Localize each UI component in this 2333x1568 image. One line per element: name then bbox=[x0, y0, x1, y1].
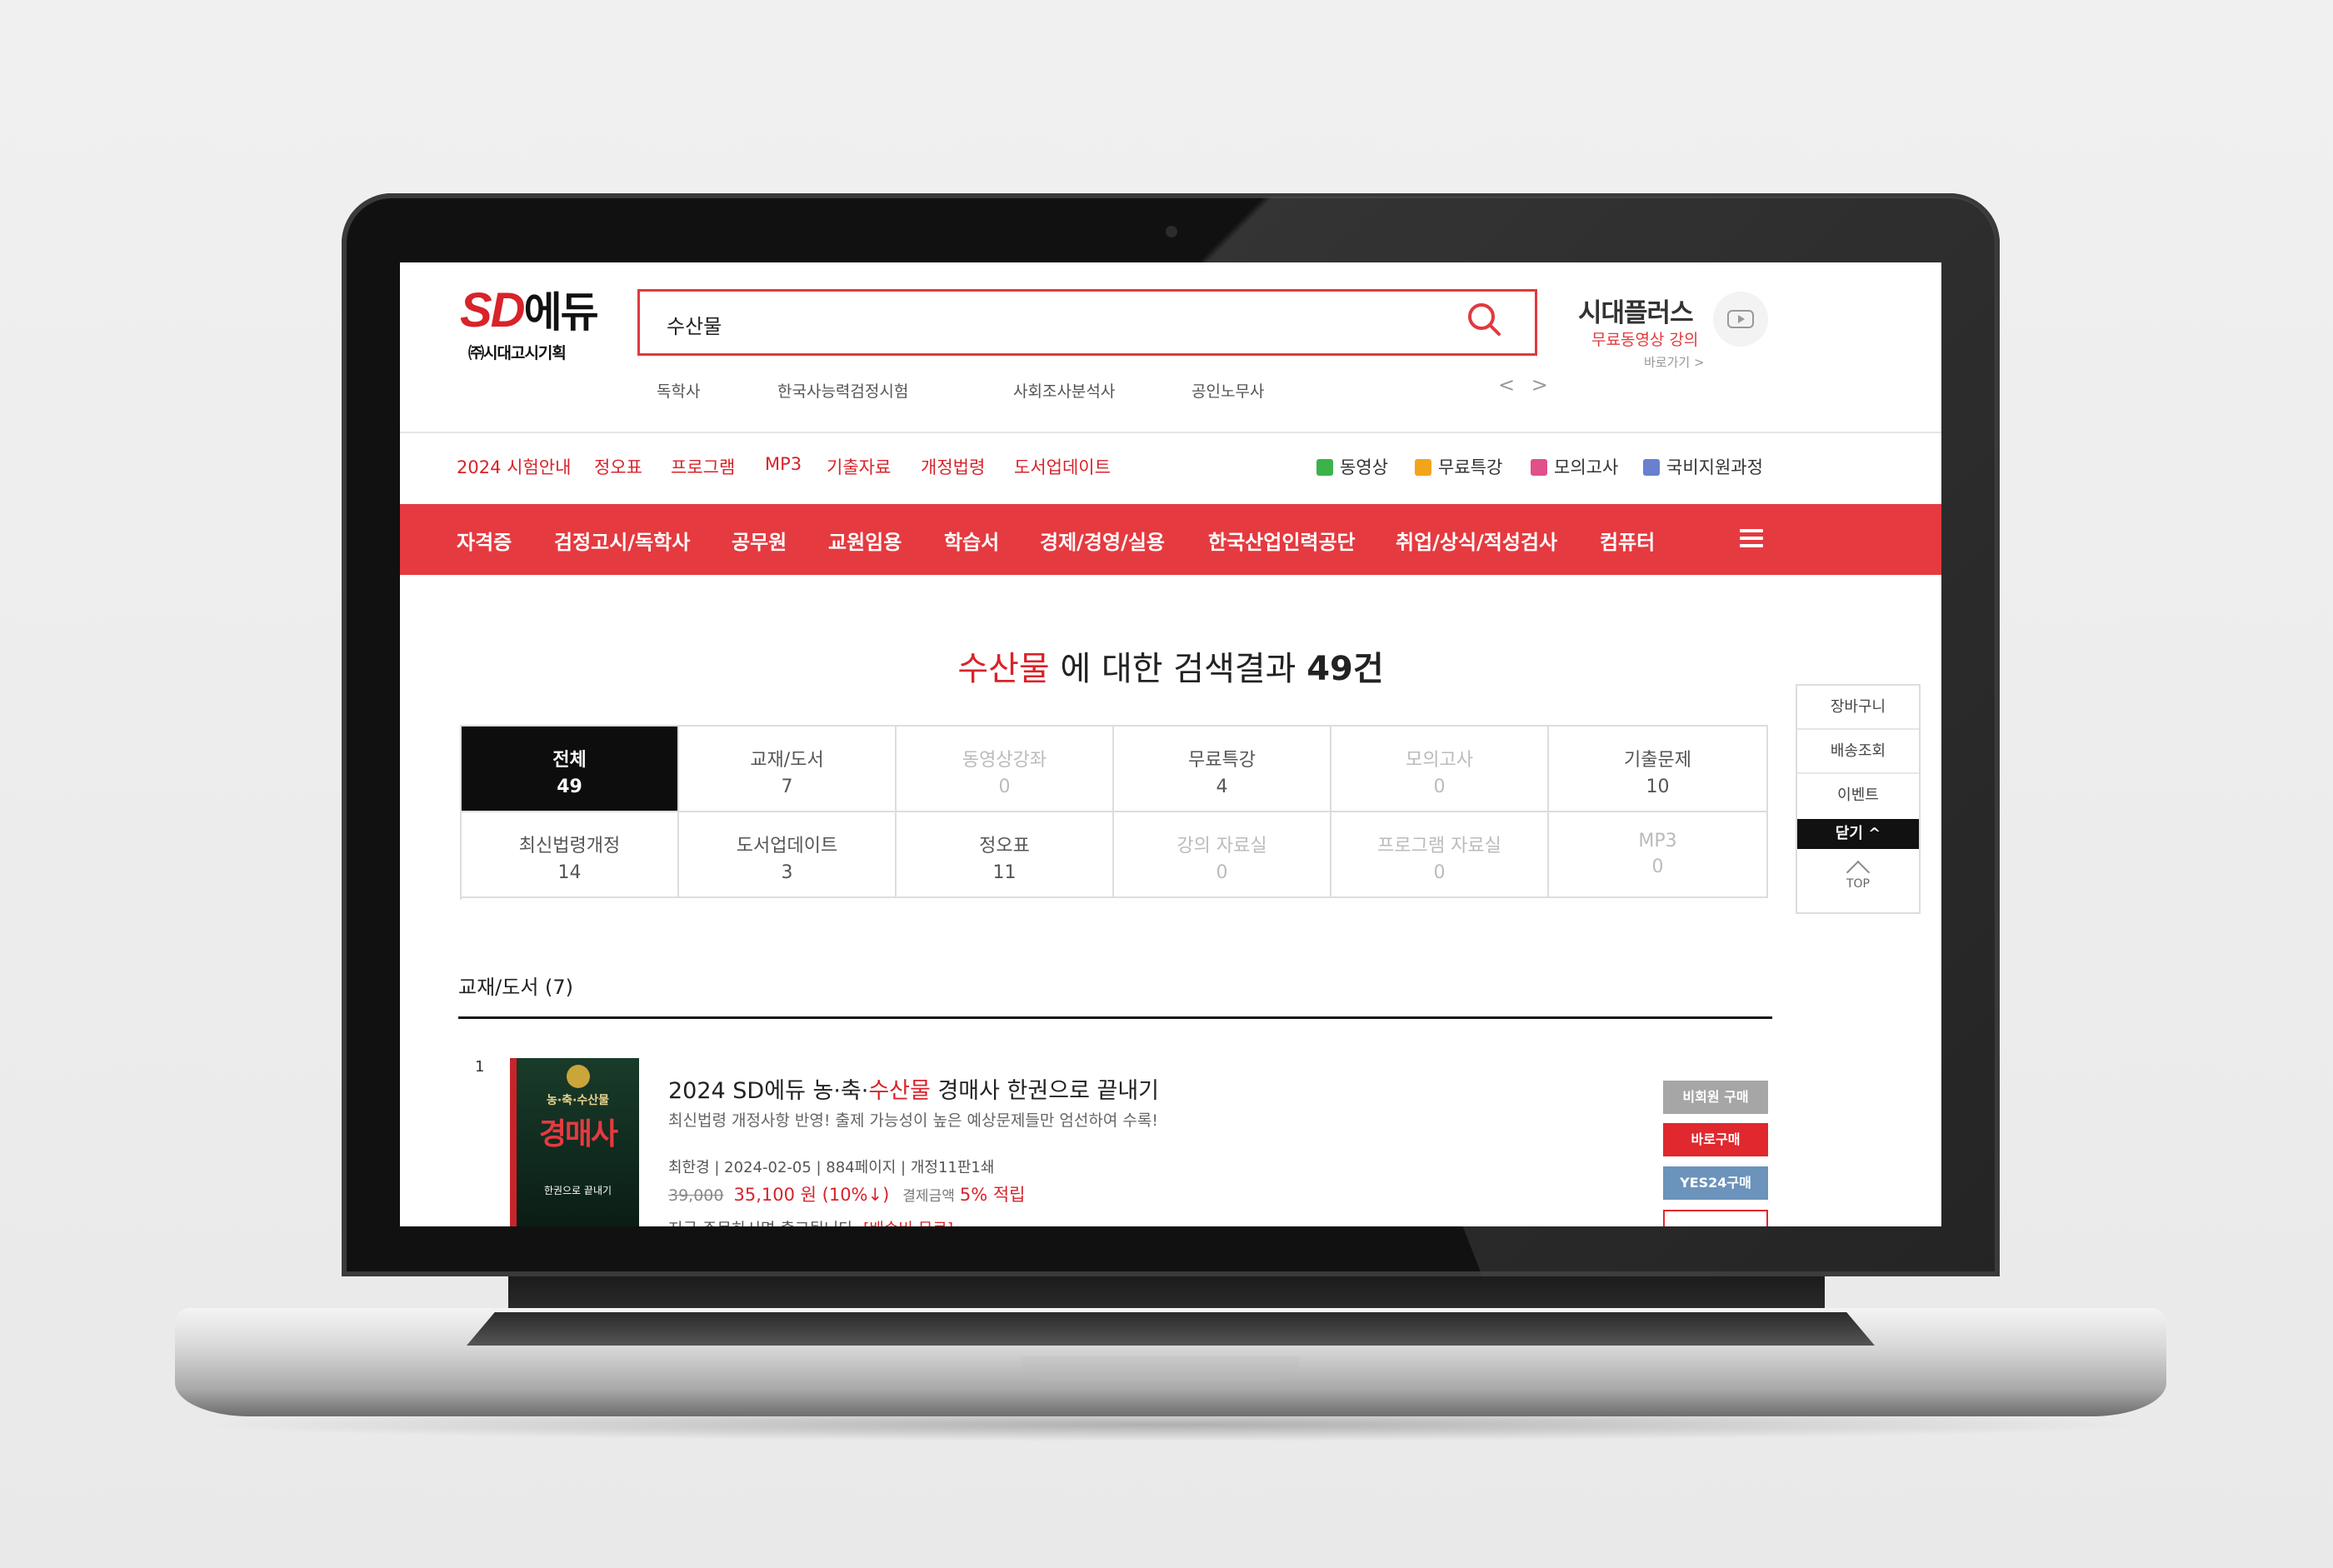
quick-link-gov-course[interactable]: 국비지원과정 bbox=[1643, 454, 1763, 479]
quick-link-video[interactable]: 동영상 bbox=[1316, 454, 1388, 479]
tab-video-lectures[interactable]: 동영상강좌 0 bbox=[897, 727, 1114, 812]
keyword-link[interactable]: 공인노무사 bbox=[1191, 379, 1264, 402]
tab-lecture-materials[interactable]: 강의 자료실 0 bbox=[1114, 812, 1331, 898]
sidaeplus-link[interactable]: 바로가기 > bbox=[1644, 353, 1705, 371]
header-divider bbox=[400, 432, 1941, 433]
side-close-button[interactable]: 닫기 ^ bbox=[1797, 819, 1919, 849]
yes24-buy-button[interactable]: YES24구매 bbox=[1663, 1166, 1768, 1200]
item-title[interactable]: 2024 SD에듀 농·축·수산물 경매사 한권으로 끝내기 bbox=[668, 1072, 1159, 1105]
tab-mp3[interactable]: MP3 0 bbox=[1549, 812, 1768, 898]
tab-errata[interactable]: 정오표 11 bbox=[897, 812, 1114, 898]
main-nav-item[interactable]: 학습서 bbox=[944, 526, 999, 555]
original-price: 39,000 bbox=[668, 1186, 724, 1205]
video-icon bbox=[1316, 459, 1333, 476]
result-count: 49건 bbox=[1306, 650, 1384, 688]
book-cover-image[interactable]: 농·축·수산물 경매사 한권으로 끝내기 bbox=[510, 1058, 639, 1226]
section-divider bbox=[458, 1016, 1772, 1019]
cover-title: 경매사 bbox=[538, 1117, 618, 1151]
sidaeplus-title[interactable]: 시대플러스 bbox=[1578, 292, 1694, 329]
cart-button[interactable] bbox=[1663, 1210, 1768, 1226]
search-icon bbox=[1468, 303, 1501, 336]
keyword-nav-arrows[interactable]: < > bbox=[1498, 373, 1553, 397]
gov-icon bbox=[1643, 459, 1660, 476]
tab-all[interactable]: 전체 49 bbox=[462, 727, 679, 812]
main-nav-item[interactable]: 교원임용 bbox=[828, 526, 902, 555]
tab-program-materials[interactable]: 프로그램 자료실 0 bbox=[1331, 812, 1549, 898]
keyword-link[interactable]: 한국사능력검정시험 bbox=[777, 379, 908, 402]
item-meta: 최한경 | 2024-02-05 | 884페이지 | 개정11판1쇄 bbox=[668, 1159, 995, 1176]
main-nav: 자격증 검정고시/독학사 공무원 교원임용 학습서 경제/경영/실용 한국산업인… bbox=[400, 504, 1941, 575]
main-nav-item[interactable]: 검정고시/독학사 bbox=[554, 526, 690, 555]
section-title: 교재/도서 (7) bbox=[458, 976, 574, 999]
search-button[interactable] bbox=[1465, 300, 1515, 350]
sidaeplus-subtitle[interactable]: 무료동영상 강의 bbox=[1591, 327, 1698, 350]
sale-price: 35,100 원 (10%↓) bbox=[733, 1185, 890, 1205]
points-label: 결제금액 bbox=[902, 1188, 955, 1205]
play-icon[interactable] bbox=[1713, 292, 1768, 347]
webcam bbox=[1166, 226, 1177, 237]
logo-mark: SD에듀 bbox=[460, 283, 599, 337]
search-box bbox=[637, 289, 1537, 356]
item-price: 39,000 35,100 원 (10%↓) 결제금액 5% 적립 bbox=[668, 1181, 1026, 1206]
side-quick-menu: 장바구니 배송조회 이벤트 닫기 ^ TOP bbox=[1796, 684, 1921, 914]
laptop-notch bbox=[1021, 1356, 1300, 1381]
result-text: 에 대한 검색결과 bbox=[1049, 650, 1307, 688]
category-tabs: 전체 49 교재/도서 7 동영상강좌 0 무료특강 4 모의고사 0 기출문제 10 최신… bbox=[460, 725, 1768, 900]
shipping-notice: 지금 주문하시면 출고됩니다. [배송비 무료] bbox=[668, 1216, 953, 1226]
laptop-hinge bbox=[508, 1276, 1825, 1311]
logo-company: ㈜시대고시기획 bbox=[468, 344, 567, 362]
quick-link-mock-exam[interactable]: 모의고사 bbox=[1531, 454, 1618, 479]
result-keyword: 수산물 bbox=[957, 650, 1050, 688]
side-cart[interactable]: 장바구니 bbox=[1797, 686, 1919, 730]
side-delivery[interactable]: 배송조회 bbox=[1797, 730, 1919, 774]
tab-book-updates[interactable]: 도서업데이트 3 bbox=[679, 812, 897, 898]
main-nav-item[interactable]: 한국산업인력공단 bbox=[1208, 526, 1356, 555]
laptop-keyboard-edge bbox=[467, 1312, 1875, 1346]
tab-past-exams[interactable]: 기출문제 10 bbox=[1549, 727, 1768, 812]
cover-tagline: 한권으로 끝내기 bbox=[543, 1185, 612, 1196]
cover-subtitle: 농·축·수산물 bbox=[546, 1094, 610, 1107]
side-event[interactable]: 이벤트 bbox=[1797, 774, 1919, 816]
scroll-top-button[interactable]: TOP bbox=[1797, 857, 1919, 891]
keyword-link[interactable]: 독학사 bbox=[657, 379, 700, 402]
main-nav-item[interactable]: 자격증 bbox=[457, 526, 512, 555]
menu-icon[interactable] bbox=[1740, 529, 1763, 547]
cover-badge bbox=[567, 1065, 590, 1088]
search-result-title: 수산물 에 대한 검색결과 49건 bbox=[400, 642, 1941, 690]
main-nav-item[interactable]: 경제/경영/실용 bbox=[1040, 526, 1165, 555]
buy-now-button[interactable]: 바로구매 bbox=[1663, 1123, 1768, 1156]
tab-books[interactable]: 교재/도서 7 bbox=[679, 727, 897, 812]
item-number: 1 bbox=[475, 1058, 485, 1076]
main-nav-item[interactable]: 취업/상식/적성검사 bbox=[1396, 526, 1557, 555]
exam-icon bbox=[1531, 459, 1547, 476]
tab-mock-exams[interactable]: 모의고사 0 bbox=[1331, 727, 1549, 812]
tab-free-lectures[interactable]: 무료특강 4 bbox=[1114, 727, 1331, 812]
tab-law-revisions[interactable]: 최신법령개정 14 bbox=[462, 812, 679, 898]
points-value: 5% 적립 bbox=[959, 1185, 1026, 1205]
plus-icon bbox=[1415, 459, 1431, 476]
site-logo[interactable]: SD에듀 ㈜시대고시기획 bbox=[460, 283, 610, 363]
browser-screen: SD에듀 ㈜시대고시기획 독학사 한국사능력검정시험 사회조사분석사 공인노무사… bbox=[400, 262, 1941, 1226]
item-description: 최신법령 개정사항 반영! 출제 가능성이 높은 예상문제들만 엄선하여 수록! bbox=[668, 1111, 1158, 1130]
quick-link-free-lecture[interactable]: 무료특강 bbox=[1415, 454, 1502, 479]
main-nav-item[interactable]: 공무원 bbox=[732, 526, 787, 555]
keyword-link[interactable]: 사회조사분석사 bbox=[1013, 379, 1115, 402]
guest-buy-button[interactable]: 비회원 구매 bbox=[1663, 1081, 1768, 1114]
search-input[interactable] bbox=[665, 307, 1068, 342]
main-nav-item[interactable]: 컴퓨터 bbox=[1600, 526, 1655, 555]
